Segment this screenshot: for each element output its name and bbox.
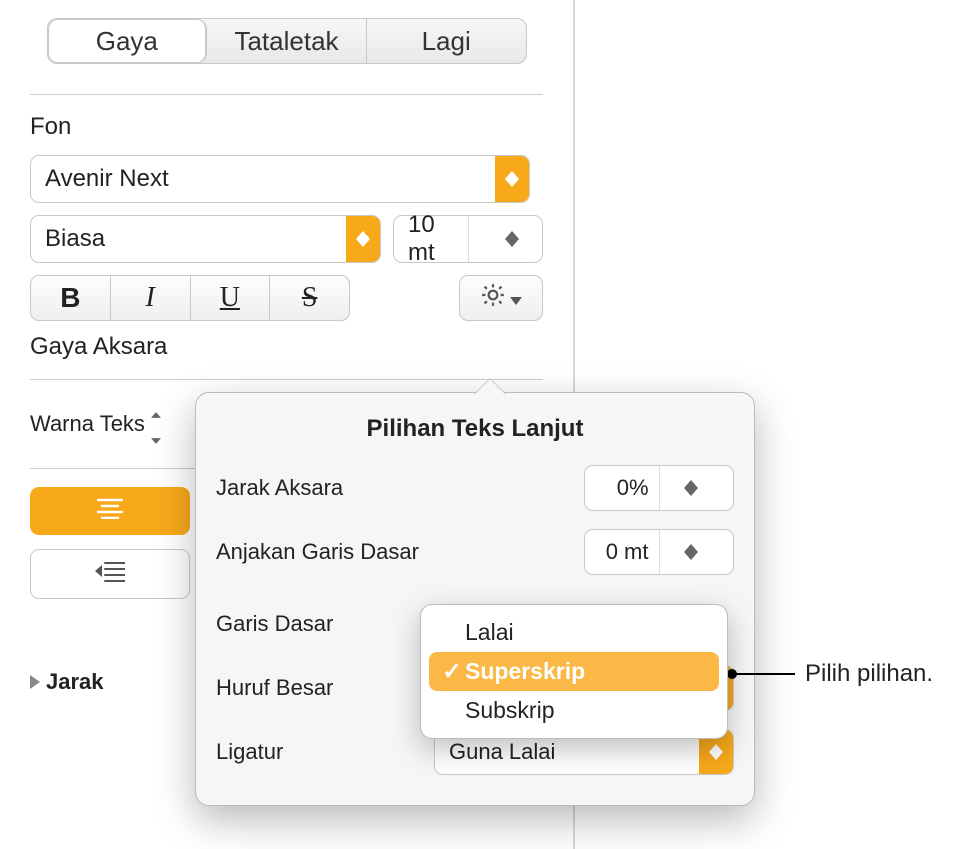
advanced-text-popover: Pilihan Teks Lanjut Jarak Aksara 0% Anja… [195,392,755,806]
font-weight-value: Biasa [45,225,346,253]
baseline-shift-value: 0 mt [585,539,659,565]
font-section-label: Fon [30,113,543,141]
baseline-dropdown-menu: Lalai ✓ Superskrip Subskrip [420,604,728,739]
italic-button[interactable]: I [111,276,191,320]
text-color-label: Warna Teks [30,411,145,437]
strikethrough-button[interactable]: S [270,276,349,320]
ligature-label: Ligatur [216,739,434,765]
dropdown-item-label: Subskrip [465,697,554,724]
align-center-icon [96,497,124,525]
font-size-value: 10 mt [394,211,468,267]
font-family-value: Avenir Next [45,165,495,193]
underline-button[interactable]: U [191,276,271,320]
font-family-popup[interactable]: Avenir Next [30,155,530,203]
alignment-button[interactable] [30,487,190,535]
baseline-shift-stepper[interactable]: 0 mt [584,529,734,575]
stepper-icon [468,216,543,262]
indent-icon [95,560,125,588]
callout-text: Pilih pilihan. [805,660,933,688]
dropdown-item-label: Superskrip [465,658,585,685]
stepper-icon [659,530,734,574]
character-spacing-label: Jarak Aksara [216,475,584,501]
chevron-right-icon [30,669,40,695]
baseline-shift-label: Anjakan Garis Dasar [216,539,584,565]
indent-button[interactable] [30,549,190,599]
character-spacing-stepper[interactable]: 0% [584,465,734,511]
format-tabs: Gaya Tataletak Lagi [47,18,527,64]
stepper-icon [659,466,734,510]
chevron-updown-icon [151,398,161,450]
bold-button[interactable]: B [31,276,111,320]
tab-style[interactable]: Gaya [48,19,208,63]
character-spacing-value: 0% [585,475,659,501]
character-style-label: Gaya Aksara [30,333,543,361]
text-style-segmented: B I U S [30,275,350,321]
callout-line [735,673,795,675]
baseline-label: Garis Dasar [216,611,434,637]
caps-label: Huruf Besar [216,675,434,701]
dropdown-item-subscript[interactable]: Subskrip [429,691,719,730]
check-icon: ✓ [439,658,465,685]
tab-more[interactable]: Lagi [367,19,526,63]
ligature-value: Guna Lalai [449,739,699,765]
popover-title: Pilihan Teks Lanjut [216,415,734,443]
dropdown-item-default[interactable]: Lalai [429,613,719,652]
font-weight-popup[interactable]: Biasa [30,215,381,263]
popup-arrows-icon [346,216,380,262]
popup-arrows-icon [495,156,529,202]
advanced-options-button[interactable] [459,275,543,321]
font-size-stepper[interactable]: 10 mt [393,215,543,263]
chevron-down-icon [510,285,522,311]
dropdown-item-superscript[interactable]: ✓ Superskrip [429,652,719,691]
tab-layout[interactable]: Tataletak [207,19,367,63]
spacing-label: Jarak [46,669,104,695]
gear-icon [480,282,506,314]
dropdown-item-label: Lalai [465,619,514,646]
